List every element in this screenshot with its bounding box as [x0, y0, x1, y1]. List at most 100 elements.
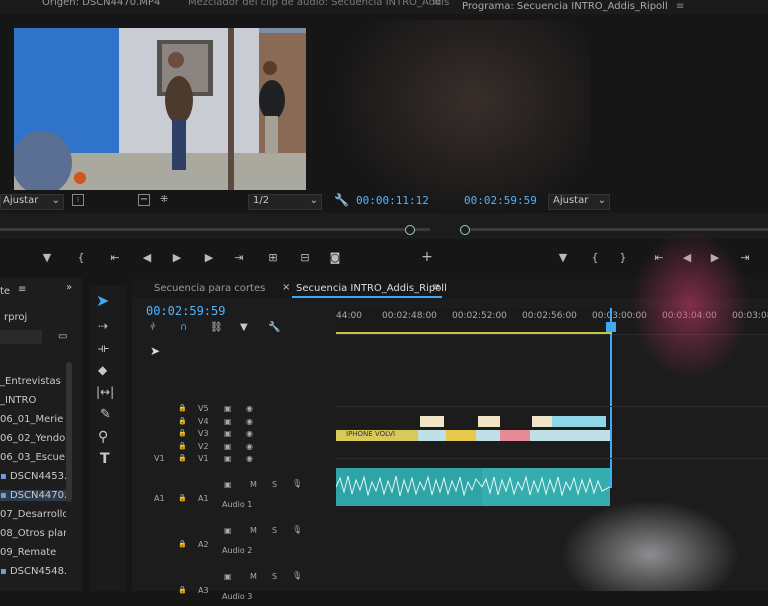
track-label[interactable]: V2: [198, 442, 209, 451]
go-to-in-icon[interactable]: ⇤: [108, 250, 122, 264]
minus-icon[interactable]: −: [138, 194, 150, 206]
playhead-handle[interactable]: [606, 322, 616, 332]
project-tab[interactable]: te: [0, 286, 10, 297]
project-item[interactable]: _INTRO: [0, 395, 66, 406]
panel-menu-icon[interactable]: ≡: [432, 282, 440, 293]
project-item[interactable]: ▪ DSCN4548.M: [0, 566, 66, 577]
track-label[interactable]: V5: [198, 404, 209, 413]
solo-button[interactable]: S: [272, 480, 277, 489]
project-item[interactable]: 07_Desarrollo: [0, 509, 66, 520]
lock-icon[interactable]: 🔒: [178, 404, 187, 412]
source-timecode[interactable]: 00:00:11:12: [356, 194, 429, 207]
camera-icon[interactable]: ◙: [328, 250, 342, 264]
panel-menu-icon[interactable]: ≡: [433, 0, 441, 8]
lock-icon[interactable]: 🔒: [178, 494, 187, 502]
video-clip[interactable]: [420, 416, 444, 427]
panel-menu-icon[interactable]: ≡: [18, 284, 26, 295]
step-back-icon[interactable]: ◀: [140, 250, 154, 264]
video-clip[interactable]: [478, 416, 500, 427]
marker-icon[interactable]: ▼: [40, 250, 54, 264]
video-track-header[interactable]: 🔒 V4 ▣ ◉: [132, 417, 332, 430]
audio-mixer-tab[interactable]: Mezclador del clip de audio: Secuencia I…: [188, 0, 449, 8]
linked-selection-icon[interactable]: ⛓: [210, 322, 223, 333]
add-button-icon[interactable]: +: [420, 249, 434, 265]
source-patch-a1[interactable]: A1: [154, 494, 165, 503]
video-track-header[interactable]: 🔒 V3 ▣ ◉: [132, 429, 332, 442]
track-label[interactable]: A2: [198, 540, 209, 549]
source-scrub-bar[interactable]: [0, 213, 460, 239]
lock-icon[interactable]: 🔒: [178, 442, 187, 450]
overwrite-icon[interactable]: ⊟: [298, 250, 312, 264]
add-marker-icon[interactable]: ▼: [240, 322, 248, 333]
sync-lock-icon[interactable]: ▣: [224, 442, 232, 451]
project-item[interactable]: 06_01_Merie: [0, 414, 66, 425]
lock-icon[interactable]: 🔒: [178, 454, 187, 462]
solo-button[interactable]: S: [272, 526, 277, 535]
program-scrub-bar[interactable]: [460, 213, 768, 239]
video-clip[interactable]: [530, 430, 610, 441]
video-clip[interactable]: [532, 416, 552, 427]
source-resolution-select[interactable]: 1/2 ⌄: [248, 194, 322, 210]
close-icon[interactable]: ×: [282, 282, 290, 293]
project-item[interactable]: ▪ DSCN4453.M: [0, 471, 66, 482]
source-playhead[interactable]: [405, 225, 415, 235]
timeline-ruler[interactable]: 44:00 00:02:48:00 00:02:52:00 00:02:56:00 00…: [336, 308, 768, 488]
selection-tool-icon[interactable]: ➤: [96, 291, 109, 310]
video-track-header[interactable]: 🔒 V5 ▣ ◉: [132, 404, 332, 417]
type-tool-icon[interactable]: T: [100, 451, 110, 467]
audio-clip[interactable]: [481, 468, 611, 506]
fit-frame-icon[interactable]: ⁝: [72, 194, 84, 206]
video-track-header[interactable]: V1 🔒 V1 ▣ ◉: [132, 454, 332, 467]
program-menu-icon[interactable]: ≡: [676, 1, 684, 12]
pen-icon[interactable]: ✎: [100, 407, 111, 422]
video-clip[interactable]: IPHONE VOLVI: [336, 430, 418, 441]
expand-panels-icon[interactable]: »: [66, 282, 72, 293]
eye-icon[interactable]: ◉: [246, 429, 253, 438]
audio-track-header[interactable]: A1 🔒 A1 ▣ M S 🎙 Audio 1: [132, 474, 332, 514]
drag-video-icon[interactable]: ⁜: [160, 194, 168, 205]
video-clip[interactable]: [500, 430, 530, 441]
project-scrollbar[interactable]: [66, 362, 72, 502]
sync-lock-icon[interactable]: ▣: [224, 480, 232, 489]
project-item[interactable]: 08_Otros planos: [0, 528, 66, 539]
sync-lock-icon[interactable]: ▣: [224, 526, 232, 535]
video-track-header[interactable]: 🔒 V2 ▣ ◉: [132, 442, 332, 455]
sync-lock-icon[interactable]: ▣: [224, 429, 232, 438]
audio-track-header[interactable]: 🔒 A3 ▣ M S 🎙 Audio 3: [132, 566, 332, 606]
video-clip[interactable]: [476, 430, 500, 441]
microphone-icon[interactable]: 🎙: [292, 479, 302, 488]
eye-icon[interactable]: ◉: [246, 454, 253, 463]
microphone-icon[interactable]: 🎙: [292, 525, 302, 534]
sync-lock-icon[interactable]: ▣: [224, 572, 232, 581]
wrench-icon[interactable]: 🔧: [334, 193, 349, 207]
audio-track-header[interactable]: 🔒 A2 ▣ M S 🎙 Audio 2: [132, 520, 332, 560]
mute-button[interactable]: M: [250, 526, 257, 535]
track-select-icon[interactable]: ⇢: [98, 319, 108, 333]
nest-icon[interactable]: ⫩: [150, 322, 156, 333]
go-to-out-icon[interactable]: ⇥: [738, 250, 752, 264]
program-monitor-tab[interactable]: Programa: Secuencia INTRO_Addis_Ripoll: [462, 1, 668, 12]
mute-button[interactable]: M: [250, 480, 257, 489]
track-label[interactable]: A1: [198, 494, 209, 503]
video-clip[interactable]: [552, 416, 606, 427]
lock-icon[interactable]: 🔒: [178, 586, 187, 594]
mute-button[interactable]: M: [250, 572, 257, 581]
source-patch-v1[interactable]: V1: [154, 454, 165, 463]
eye-icon[interactable]: ◉: [246, 442, 253, 451]
program-timecode[interactable]: 00:02:59:59: [464, 194, 537, 207]
audio-clip[interactable]: [335, 468, 483, 506]
microphone-icon[interactable]: 🎙: [292, 571, 302, 580]
marker-icon[interactable]: ▼: [556, 250, 570, 264]
project-item[interactable]: 09_Remate: [0, 547, 66, 558]
timeline-settings-icon[interactable]: 🔧: [268, 322, 280, 333]
tab-secuencia-para-cortes[interactable]: Secuencia para cortes: [154, 283, 265, 294]
project-item[interactable]: _Entrevistas: [0, 376, 66, 387]
go-to-out-icon[interactable]: ⇥: [232, 250, 246, 264]
project-item[interactable]: 06_02_Yendo: [0, 433, 66, 444]
eye-icon[interactable]: ◉: [246, 417, 253, 426]
mark-in-icon[interactable]: {: [74, 250, 88, 264]
snap-icon[interactable]: ∩: [180, 322, 187, 333]
insert-icon[interactable]: ⊞: [266, 250, 280, 264]
video-clip[interactable]: [418, 430, 446, 441]
sync-lock-icon[interactable]: ▣: [224, 417, 232, 426]
